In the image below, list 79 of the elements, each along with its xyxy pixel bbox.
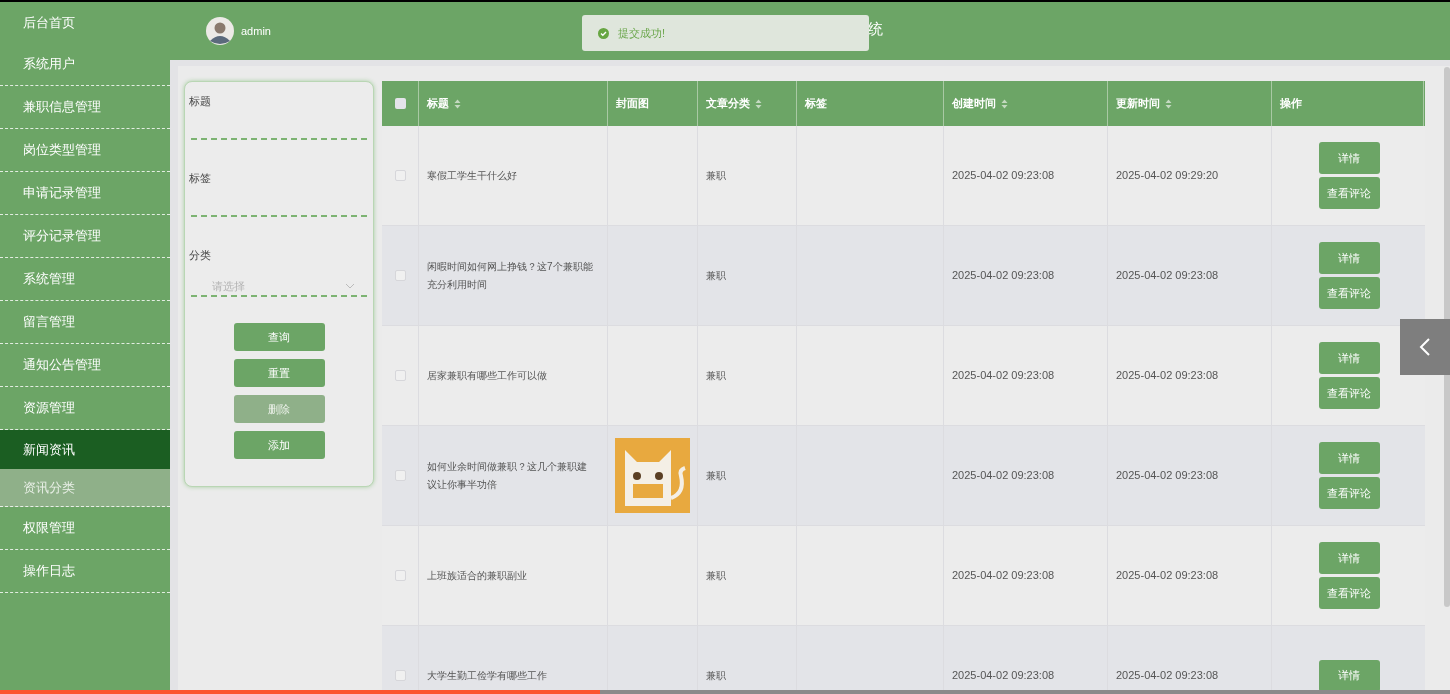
table-cell-text: 2025-04-02 09:23:08 <box>1116 668 1219 684</box>
select-all-checkbox[interactable] <box>394 98 406 109</box>
sidebar-item[interactable]: 申请记录管理 <box>0 172 170 215</box>
field-label: 分类 <box>189 248 212 262</box>
table-cell-text: 上班族适合的兼职副业 <box>427 568 527 583</box>
row-action-button[interactable]: 查看评论 <box>1318 577 1380 609</box>
row-checkbox[interactable] <box>394 470 406 481</box>
column-label: 更新时间 <box>1116 96 1160 112</box>
action-button[interactable]: 重置 <box>233 359 325 387</box>
row-action-button[interactable]: 查看评论 <box>1318 277 1380 309</box>
table-cell-text: 兼职 <box>706 669 726 683</box>
table-cell-text: 寒假工学生干什么好 <box>427 168 517 183</box>
system-title: 统 <box>867 18 883 39</box>
table-cell-text: 兼职 <box>706 469 726 483</box>
row-action-button[interactable]: 详情 <box>1318 242 1380 274</box>
table-cell-text: 2025-04-02 09:23:08 <box>952 668 1055 684</box>
table-cell-text: 2025-04-02 09:23:08 <box>1116 268 1219 284</box>
column-label: 文章分类 <box>706 96 750 112</box>
table-cell-text: 2025-04-02 09:29:20 <box>1116 168 1219 184</box>
field-label: 标题 <box>189 94 212 108</box>
table-cell-text: 居家兼职有哪些工作可以做 <box>427 368 547 383</box>
sort-icon <box>755 98 762 109</box>
table-cell-text: 大学生勤工俭学有哪些工作 <box>427 668 547 683</box>
sidebar-item[interactable]: 通知公告管理 <box>0 344 170 387</box>
table-cell-text: 2025-04-02 09:23:08 <box>952 568 1055 584</box>
sort-icon <box>1165 98 1172 109</box>
sidebar-item[interactable]: 留言管理 <box>0 301 170 344</box>
table-cell-text: 2025-04-02 09:23:08 <box>1116 468 1219 484</box>
table-cell-text: 2025-04-02 09:23:08 <box>952 368 1055 384</box>
table-cell-text: 兼职 <box>706 269 726 283</box>
toast-message: 提交成功! <box>618 25 666 41</box>
row-checkbox[interactable] <box>394 370 406 381</box>
avatar-icon <box>206 17 234 45</box>
table-cell-text: 兼职 <box>706 569 726 583</box>
sidebar-item[interactable]: 操作日志 <box>0 550 170 593</box>
column-label: 标题 <box>427 96 449 112</box>
sort-icon <box>1001 98 1008 109</box>
row-action-button[interactable]: 查看评论 <box>1318 177 1380 209</box>
sidebar-item[interactable]: 新闻资讯 <box>0 430 170 469</box>
action-button[interactable]: 查询 <box>233 323 325 351</box>
row-action-button[interactable]: 详情 <box>1318 142 1380 174</box>
column-label: 封面图 <box>616 96 649 112</box>
table-cell-text: 兼职 <box>706 169 726 183</box>
row-action-button[interactable]: 查看评论 <box>1318 477 1380 509</box>
row-checkbox[interactable] <box>394 270 406 281</box>
sidebar-item[interactable]: 评分记录管理 <box>0 215 170 258</box>
row-action-button[interactable]: 详情 <box>1318 659 1380 692</box>
table-cell-text: 2025-04-02 09:23:08 <box>1116 568 1219 584</box>
row-action-button[interactable]: 详情 <box>1318 542 1380 574</box>
side-toggle-button[interactable] <box>1400 319 1450 375</box>
table-cell-text: 2025-04-02 09:23:08 <box>952 268 1055 284</box>
table-cell-text: 2025-04-02 09:23:08 <box>952 168 1055 184</box>
field-label: 标签 <box>189 171 212 185</box>
table-cell-text: 如何业余时间做兼职？这几个兼职建议让你事半功倍 <box>427 459 588 492</box>
submenu-item[interactable]: 资讯分类 <box>0 469 170 507</box>
table-cell-text: 闲暇时间如何网上挣钱？这7个兼职能充分利用时间 <box>427 259 593 292</box>
table-cell-text: 2025-04-02 09:23:08 <box>1116 368 1219 384</box>
column-label: 操作 <box>1280 96 1302 112</box>
row-action-button[interactable]: 详情 <box>1318 342 1380 374</box>
table-cell-text: 2025-04-02 09:23:08 <box>952 468 1055 484</box>
column-label: 创建时间 <box>952 96 996 112</box>
sidebar-item[interactable]: 后台首页 <box>0 2 170 43</box>
username: admin <box>241 23 271 39</box>
action-button[interactable]: 添加 <box>233 431 325 459</box>
chevron-left-icon <box>1419 337 1431 357</box>
sidebar-item[interactable]: 兼职信息管理 <box>0 86 170 129</box>
row-action-button[interactable]: 查看评论 <box>1318 377 1380 409</box>
chevron-down-icon <box>345 283 355 289</box>
column-label: 标签 <box>805 96 827 112</box>
row-checkbox[interactable] <box>394 570 406 581</box>
table-cell-text: 兼职 <box>706 369 726 383</box>
check-circle-icon <box>598 27 609 39</box>
sidebar-item[interactable]: 系统管理 <box>0 258 170 301</box>
row-checkbox[interactable] <box>394 170 406 181</box>
sidebar-item[interactable]: 权限管理 <box>0 507 170 550</box>
sort-icon <box>454 98 461 109</box>
row-action-button[interactable]: 详情 <box>1318 442 1380 474</box>
row-checkbox[interactable] <box>394 670 406 681</box>
sidebar-item[interactable]: 岗位类型管理 <box>0 129 170 172</box>
